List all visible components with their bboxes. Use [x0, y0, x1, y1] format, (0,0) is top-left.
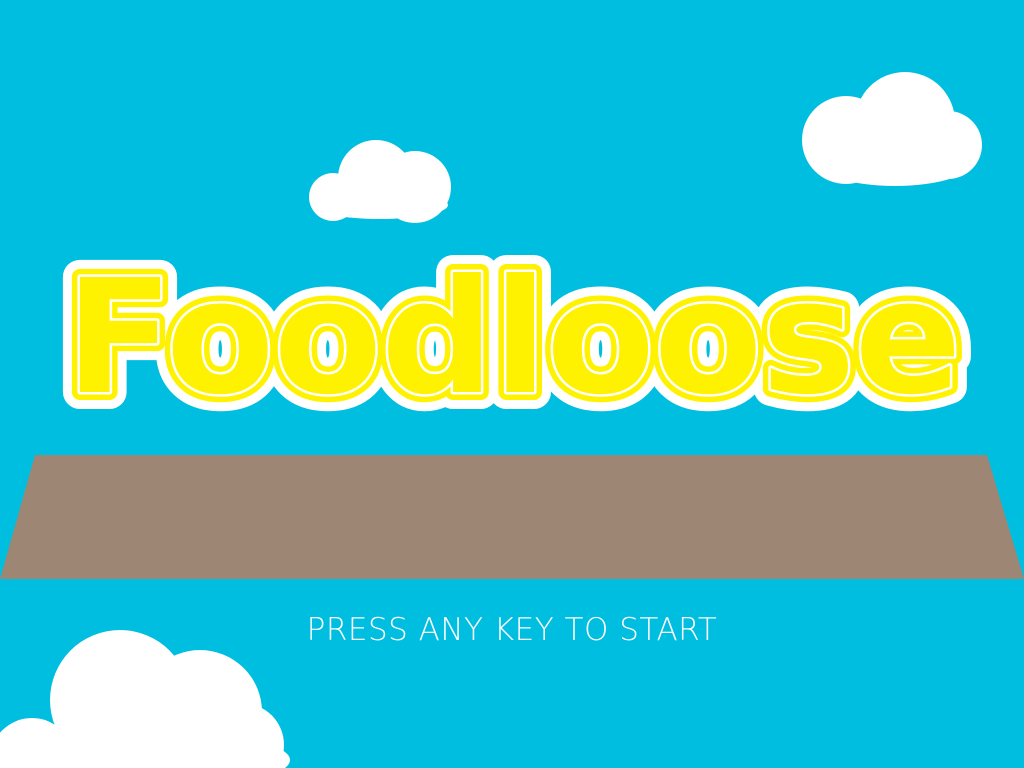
title-platform	[0, 455, 1024, 579]
press-any-key-prompt: PRESS ANY KEY TO START	[306, 612, 718, 648]
title-fill: Foodloose	[65, 246, 960, 430]
game-scene[interactable]: Foodloose Foodloose Foodloose Foodloose	[0, 0, 1024, 768]
game-title-logo: Foodloose Foodloose Foodloose Foodloose	[48, 229, 978, 447]
